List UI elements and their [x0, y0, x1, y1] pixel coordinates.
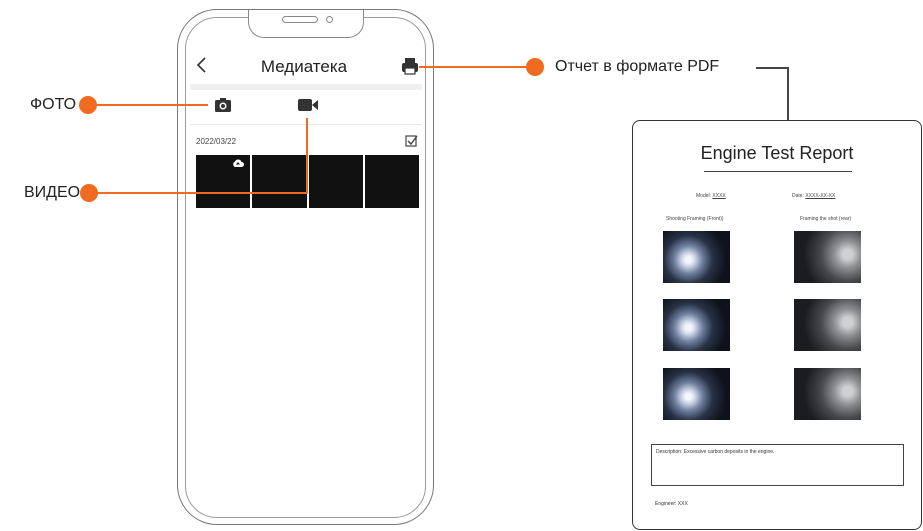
phone-screen	[185, 17, 426, 518]
camera-icon[interactable]	[214, 97, 232, 113]
report-title-underline	[704, 171, 852, 172]
callout-pdf-label: Отчет в формате PDF	[555, 58, 720, 75]
media-thumbnail[interactable]	[364, 155, 419, 208]
speaker-icon	[282, 16, 318, 23]
callout-video-line-h	[97, 192, 307, 194]
report-title: Engine Test Report	[700, 143, 854, 163]
report-date: Date: XXXX-XX-XX	[792, 193, 835, 199]
report-col-left-title: Shooting Framing (Front))	[666, 216, 724, 222]
video-camera-icon[interactable]	[297, 97, 319, 113]
date-label: 2022/03/22	[196, 137, 237, 146]
report-model-value: XXXX	[712, 193, 726, 199]
report-image-rear	[794, 231, 861, 283]
chevron-left-icon[interactable]	[194, 54, 210, 76]
report-image-front	[663, 299, 730, 351]
printer-icon[interactable]	[401, 56, 419, 76]
callout-video-dot	[80, 184, 98, 202]
callout-video-line-v	[306, 118, 308, 194]
media-thumbnail[interactable]	[308, 155, 363, 208]
callout-video-label: ВИДЕО	[24, 184, 81, 201]
report-date-label: Date:	[792, 193, 804, 199]
callout-pdf-connector-h	[756, 67, 788, 69]
callout-photo-dot	[79, 96, 97, 114]
report-description: Description: Excessive carbon deposits i…	[656, 449, 775, 455]
report-engineer: Engineer: XXX	[655, 501, 688, 507]
page-title: Медиатека	[260, 57, 348, 76]
report-image-front	[663, 231, 730, 283]
report-image-rear	[794, 299, 861, 351]
media-thumbnail[interactable]	[252, 155, 307, 208]
callout-pdf-connector-v	[787, 67, 789, 120]
callout-photo-line	[96, 104, 208, 106]
media-thumbnail[interactable]	[196, 155, 251, 208]
report-image-rear	[794, 368, 861, 420]
callout-pdf-dot	[526, 58, 544, 76]
report-image-front	[663, 368, 730, 420]
report-col-right-title: Framing the shot (rear)	[800, 216, 852, 222]
report-model-label: Model:	[696, 193, 712, 199]
report-date-value: XXXX-XX-XX	[805, 193, 836, 199]
checkbox-icon[interactable]	[405, 134, 418, 147]
callout-photo-label: ФОТО	[30, 96, 77, 113]
front-camera-icon	[326, 16, 333, 23]
header-divider	[190, 84, 422, 90]
phone-notch	[248, 10, 364, 38]
cloud-upload-icon	[233, 159, 245, 167]
report-model: Model: XXXX	[696, 193, 726, 199]
callout-pdf-line	[419, 66, 527, 68]
